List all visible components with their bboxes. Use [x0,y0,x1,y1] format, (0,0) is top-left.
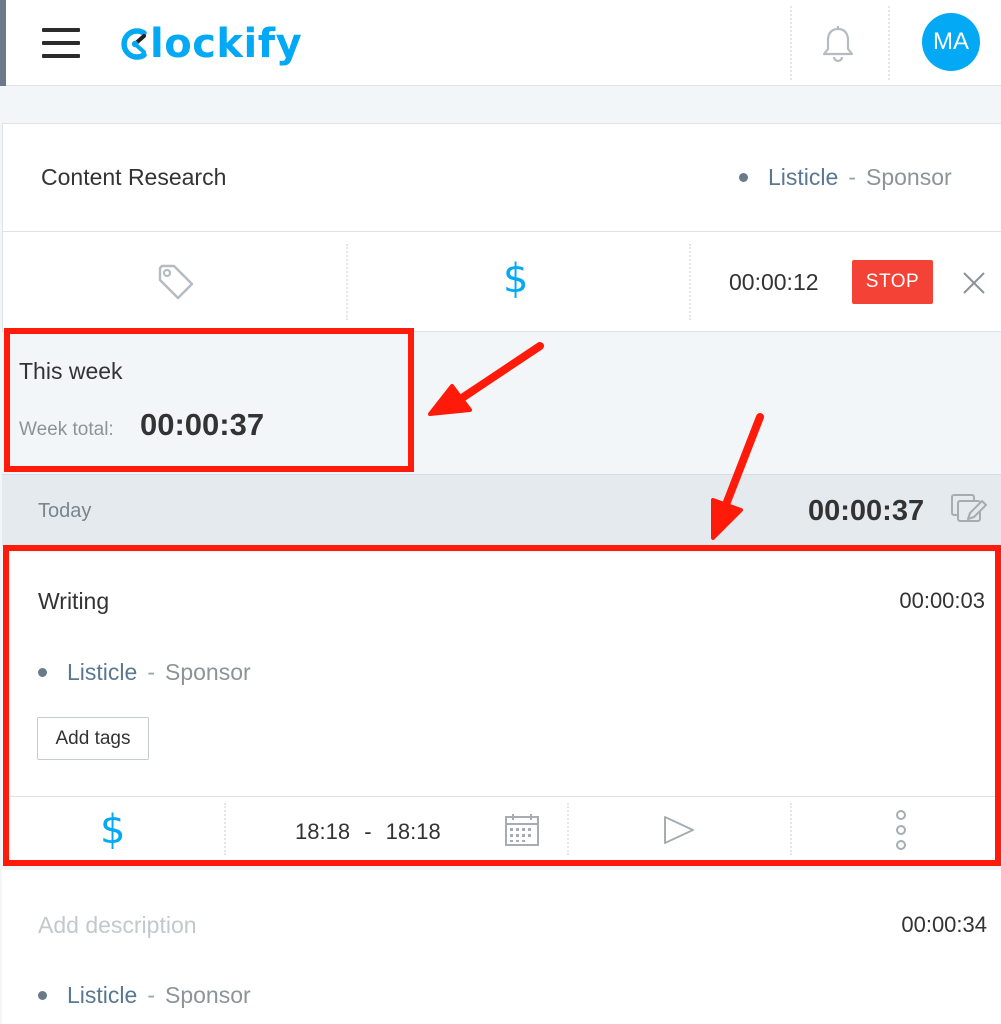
timer-project[interactable]: Listicle - Sponsor [739,164,952,191]
controls-divider [689,244,691,320]
day-header: Today 00:00:37 [2,474,1001,546]
bulk-edit-icon[interactable] [950,493,988,529]
header-left-accent [0,0,6,86]
project-dot [739,173,748,182]
day-label: Today [38,500,92,522]
hamburger-icon[interactable] [42,26,80,60]
entry-project[interactable]: Listicle - Sponsor [38,982,251,1009]
bell-icon[interactable] [820,24,856,64]
logo-text: lockify [150,21,303,67]
stop-button[interactable]: STOP [852,260,933,304]
project-name: Listicle [768,164,839,190]
timer-description-row: Content Research Listicle - Sponsor [3,124,1001,232]
app-header: lockify MA [0,0,1001,86]
time-entry: Add description 00:00:34 Listicle - Spon… [2,870,1001,1024]
entry-duration[interactable]: 00:00:34 [901,912,987,938]
timer-card: Content Research Listicle - Sponsor $ 00… [2,123,1001,332]
close-icon[interactable] [961,270,987,296]
annotation-arrow-week [428,342,544,416]
client-name: Sponsor [865,164,952,190]
project-separator: - [147,982,155,1008]
project-name: Listicle [67,982,138,1008]
clockify-mobile-page: lockify MA Content Research Listicle - S… [0,0,1001,1024]
day-total: 00:00:37 [808,495,925,527]
timer-controls: $ 00:00:12 STOP [3,232,1001,332]
client-name: Sponsor [164,982,251,1008]
timer-description[interactable]: Content Research [41,164,226,191]
clockify-logo[interactable]: lockify [120,21,303,67]
clockify-logo-icon [121,28,147,60]
avatar[interactable]: MA [922,13,980,71]
header-divider [888,6,890,80]
tag-icon[interactable] [156,262,196,302]
annotation-box-week [4,328,414,472]
project-separator: - [848,164,856,190]
controls-divider [346,244,348,320]
annotation-box-entry [3,545,1001,866]
project-dot [38,991,47,1000]
timer-elapsed: 00:00:12 [729,269,819,295]
billable-toggle[interactable]: $ [503,256,528,302]
entry-description-placeholder[interactable]: Add description [38,912,197,939]
header-divider [790,6,792,80]
